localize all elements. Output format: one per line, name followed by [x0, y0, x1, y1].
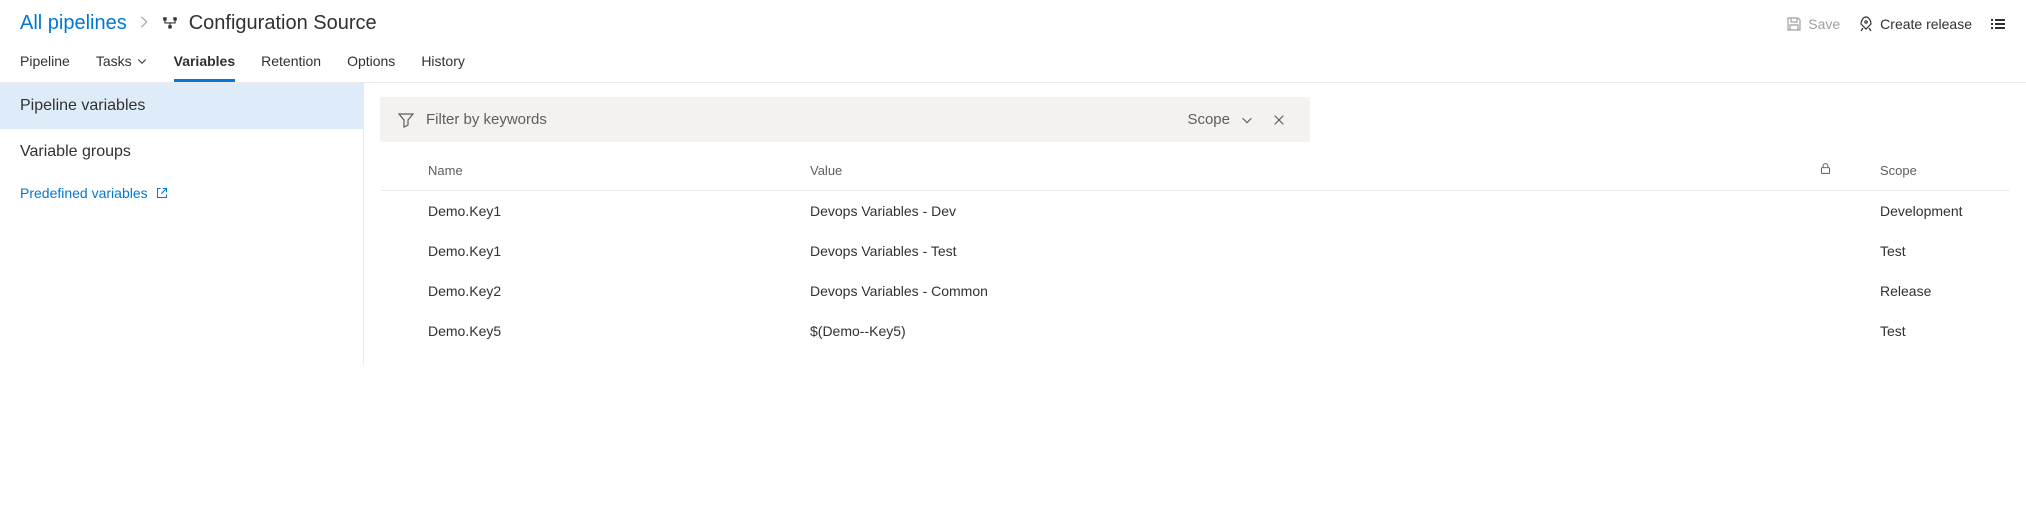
tabbar: Pipeline Tasks Variables Retention Optio… — [0, 43, 2026, 82]
var-value-cell[interactable]: Devops Variables - Common — [800, 271, 1800, 311]
tab-tasks[interactable]: Tasks — [96, 43, 148, 82]
var-name-cell[interactable]: Demo.Key2 — [380, 271, 800, 311]
more-menu-button[interactable] — [1990, 16, 2006, 32]
table-row[interactable]: Demo.Key5 $(Demo--Key5) Test — [380, 311, 2010, 351]
tab-pipeline[interactable]: Pipeline — [20, 43, 70, 82]
header-actions: Save Create release — [1786, 16, 2006, 32]
create-release-label: Create release — [1880, 16, 1972, 32]
var-scope-cell[interactable]: Test — [1850, 311, 2010, 351]
var-scope-cell[interactable]: Test — [1850, 231, 2010, 271]
sidebar-item-pipeline-variables[interactable]: Pipeline variables — [0, 83, 363, 129]
page-root: All pipelines Configuration Source Save … — [0, 0, 2026, 365]
save-button: Save — [1786, 16, 1840, 32]
page-title: Configuration Source — [189, 12, 377, 35]
var-name-cell[interactable]: Demo.Key5 — [380, 311, 800, 351]
body: Pipeline variables Variable groups Prede… — [0, 82, 2026, 365]
sidebar: Pipeline variables Variable groups Prede… — [0, 83, 364, 365]
var-lock-cell[interactable] — [1800, 311, 1850, 351]
breadcrumb-root-link[interactable]: All pipelines — [20, 12, 127, 35]
var-value-cell[interactable]: Devops Variables - Dev — [800, 191, 1800, 232]
chevron-down-icon — [136, 55, 148, 67]
table-row[interactable]: Demo.Key1 Devops Variables - Dev Develop… — [380, 191, 2010, 232]
create-release-button[interactable]: Create release — [1858, 16, 1972, 32]
filter-icon — [398, 112, 414, 128]
save-label: Save — [1808, 16, 1840, 32]
main-panel: Scope Name Value — [364, 83, 2026, 365]
var-lock-cell[interactable] — [1800, 231, 1850, 271]
tab-retention[interactable]: Retention — [261, 43, 321, 82]
column-header-lock — [1800, 152, 1850, 191]
tab-tasks-label: Tasks — [96, 53, 132, 69]
close-icon — [1272, 113, 1286, 127]
list-icon — [1990, 16, 2006, 32]
rocket-icon — [1858, 16, 1874, 32]
tab-variables[interactable]: Variables — [174, 43, 236, 82]
variables-table: Name Value Scope Demo.Key1 Devops Varia — [380, 152, 2010, 351]
var-name-cell[interactable]: Demo.Key1 — [380, 191, 800, 232]
scope-filter-button[interactable]: Scope — [1187, 111, 1254, 128]
var-value-cell[interactable]: $(Demo--Key5) — [800, 311, 1800, 351]
sidebar-item-variable-groups[interactable]: Variable groups — [0, 129, 363, 175]
clear-filter-button[interactable] — [1266, 113, 1292, 127]
lock-icon — [1819, 162, 1832, 175]
sidebar-link-predefined-variables[interactable]: Predefined variables — [0, 175, 188, 211]
pipeline-icon — [161, 15, 179, 33]
column-header-name[interactable]: Name — [380, 152, 800, 191]
breadcrumb: All pipelines Configuration Source — [20, 12, 377, 35]
var-lock-cell[interactable] — [1800, 271, 1850, 311]
save-icon — [1786, 16, 1802, 32]
table-body: Demo.Key1 Devops Variables - Dev Develop… — [380, 191, 2010, 352]
chevron-right-icon — [137, 12, 151, 35]
predefined-label: Predefined variables — [20, 185, 148, 201]
var-lock-cell[interactable] — [1800, 191, 1850, 232]
var-name-cell[interactable]: Demo.Key1 — [380, 231, 800, 271]
chevron-down-icon — [1240, 113, 1254, 127]
filter-bar: Scope — [380, 97, 1310, 142]
var-value-cell[interactable]: Devops Variables - Test — [800, 231, 1800, 271]
filter-input[interactable] — [426, 111, 1175, 128]
column-header-value[interactable]: Value — [800, 152, 1800, 191]
tab-options[interactable]: Options — [347, 43, 395, 82]
var-scope-cell[interactable]: Release — [1850, 271, 2010, 311]
scope-label: Scope — [1187, 111, 1230, 128]
table-row[interactable]: Demo.Key2 Devops Variables - Common Rele… — [380, 271, 2010, 311]
table-header-row: Name Value Scope — [380, 152, 2010, 191]
table-row[interactable]: Demo.Key1 Devops Variables - Test Test — [380, 231, 2010, 271]
var-scope-cell[interactable]: Development — [1850, 191, 2010, 232]
tab-history[interactable]: History — [421, 43, 465, 82]
external-link-icon — [156, 187, 168, 199]
column-header-scope[interactable]: Scope — [1850, 152, 2010, 191]
header: All pipelines Configuration Source Save … — [0, 0, 2026, 43]
